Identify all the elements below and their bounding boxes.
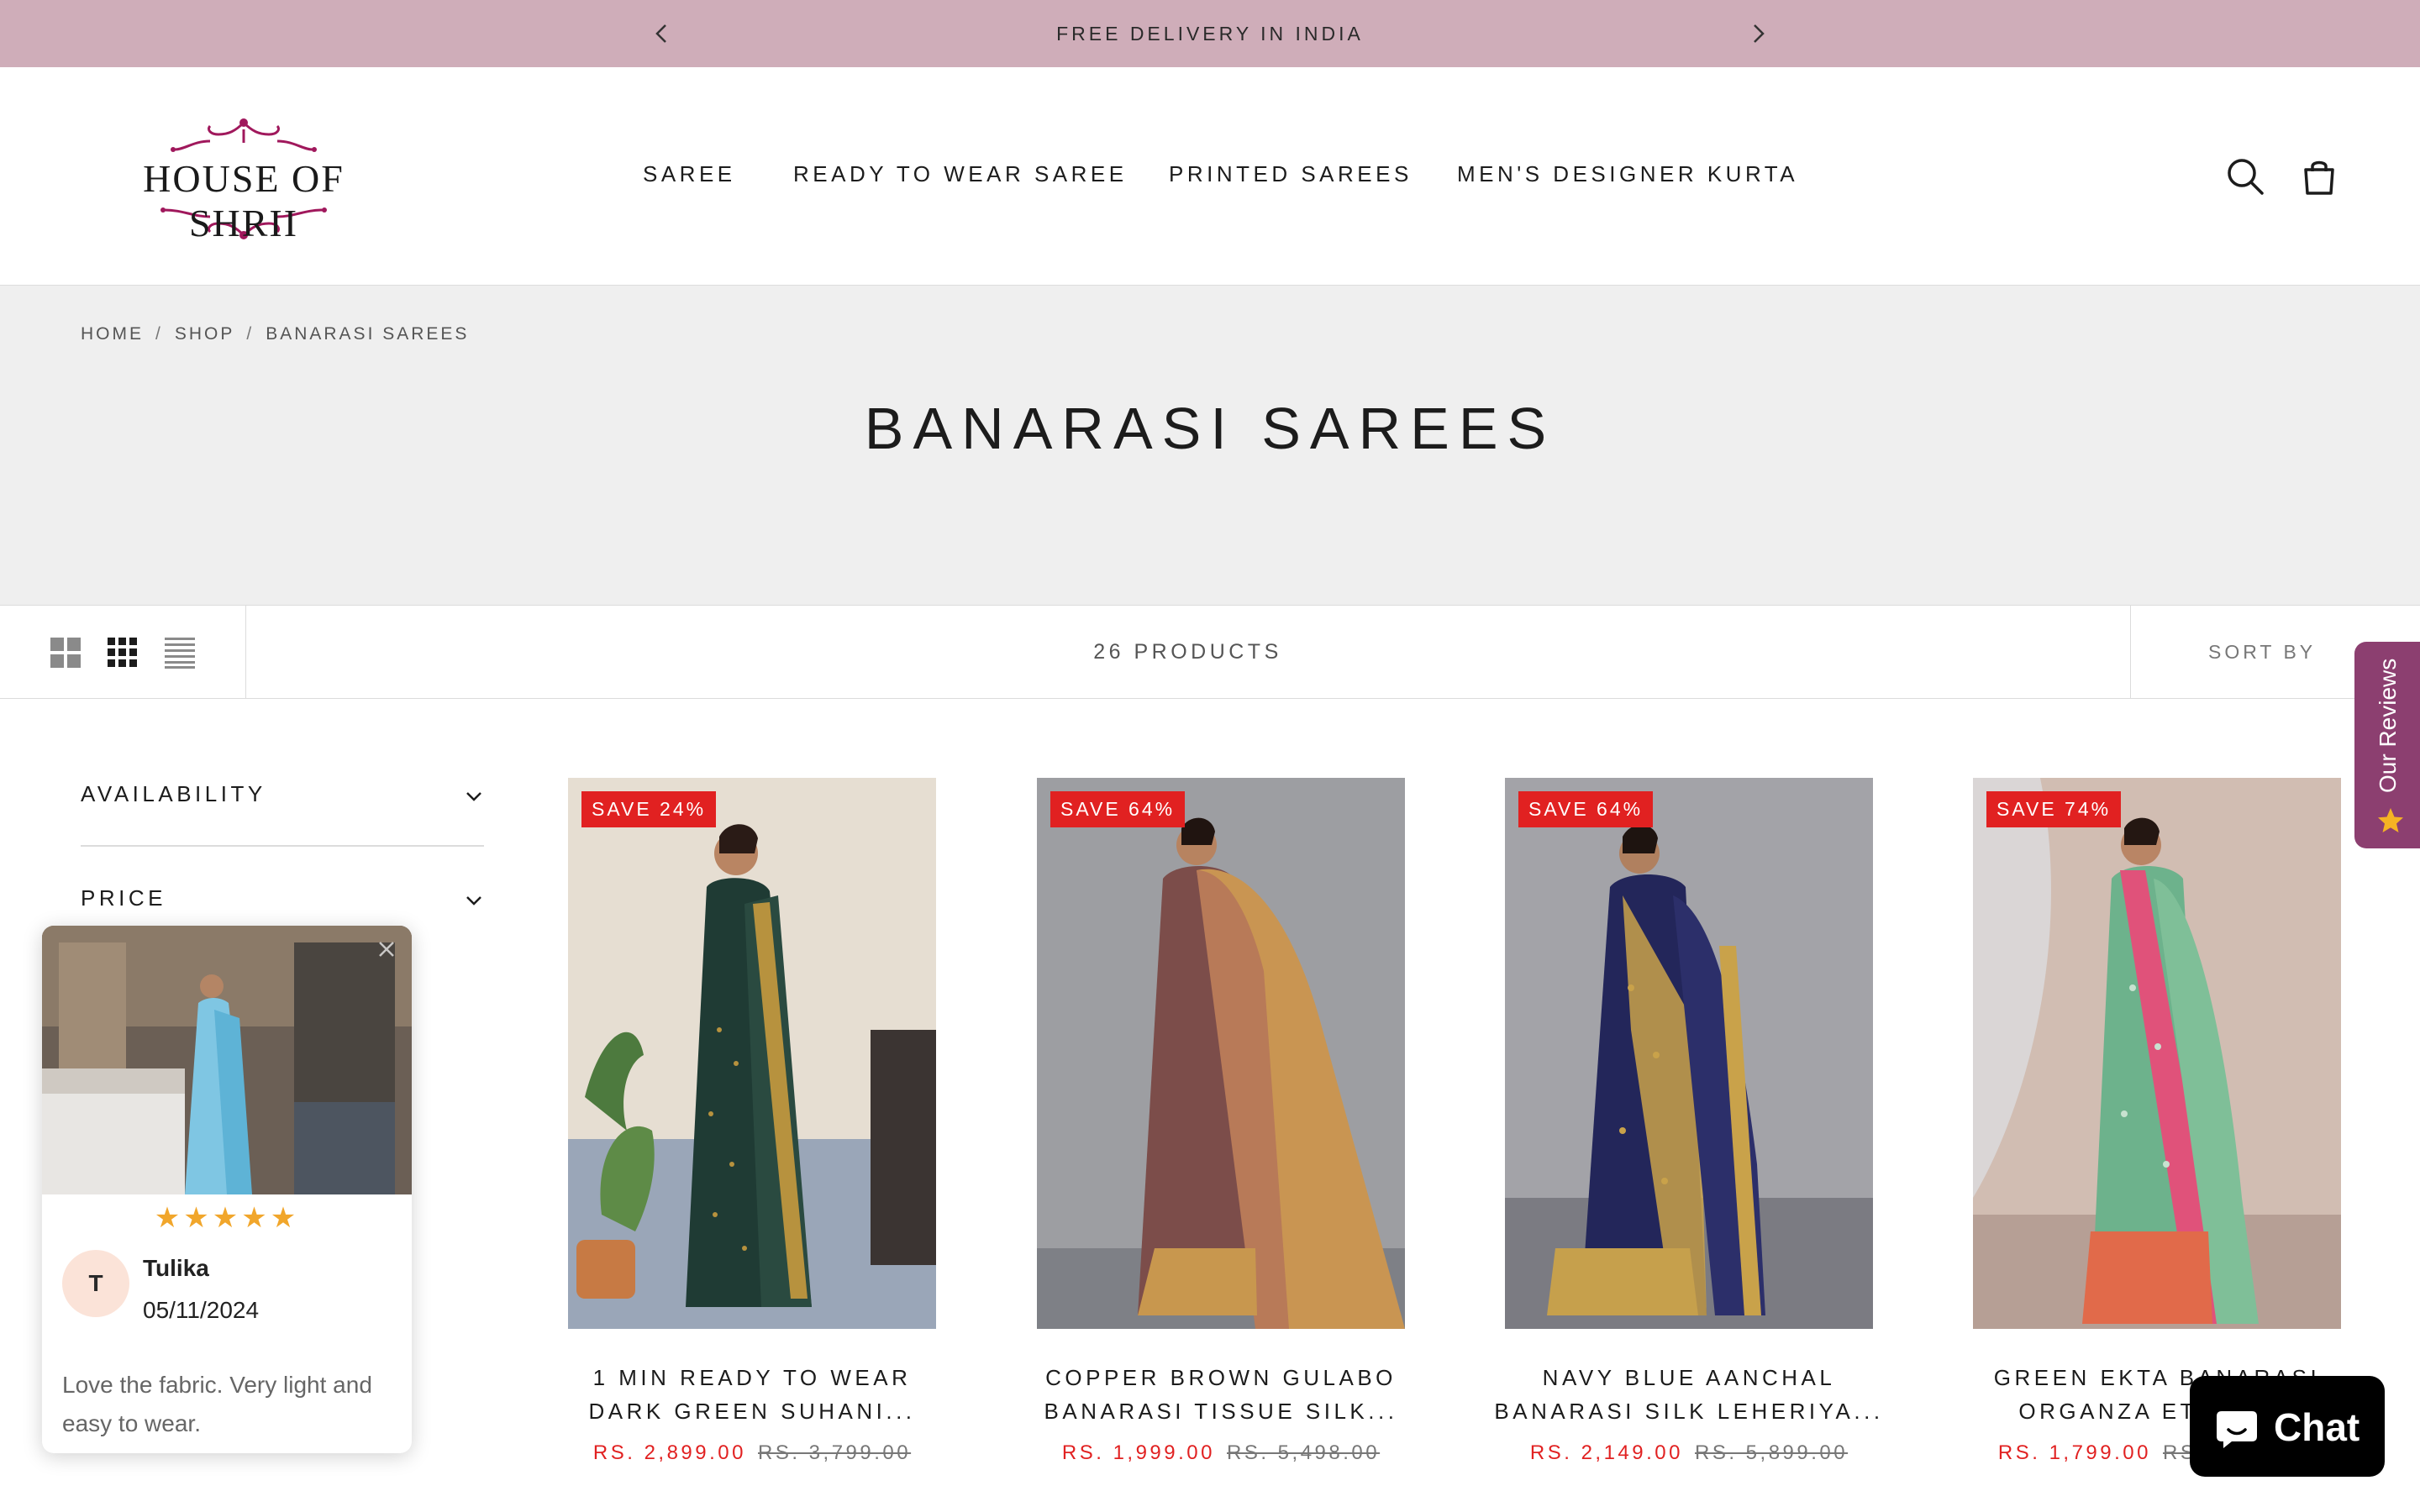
chevron-down-icon bbox=[466, 792, 481, 801]
product-price: RS. 2,149.00 RS. 5,899.00 bbox=[1488, 1441, 1890, 1465]
list-layout-icon[interactable] bbox=[163, 636, 197, 669]
breadcrumb-shop[interactable]: SHOP bbox=[175, 324, 235, 344]
product-image[interactable] bbox=[1973, 778, 2341, 1329]
breadcrumb-separator: / bbox=[155, 324, 163, 344]
nav-item-ready-to-wear-saree[interactable]: READY TO WEAR SAREE bbox=[793, 161, 1128, 187]
filter-label: AVAILABILITY bbox=[81, 781, 266, 806]
product-title[interactable]: COPPER BROWN GULABO BANARASI TISSUE SILK… bbox=[1020, 1361, 1422, 1428]
product-title-line: BANARASI SILK LEHERIYA... bbox=[1494, 1399, 1884, 1424]
breadcrumb: HOME / SHOP / BANARASI SAREES bbox=[81, 324, 469, 344]
collection-hero: HOME / SHOP / BANARASI SAREES BANARASI SAREE… bbox=[0, 286, 2420, 605]
product-title-line: 1 MIN READY TO WEAR bbox=[592, 1365, 912, 1390]
product-image[interactable] bbox=[568, 778, 936, 1329]
sort-by-dropdown[interactable]: SORT BY bbox=[2208, 606, 2420, 698]
reviewer-name: Tulika bbox=[143, 1255, 209, 1281]
breadcrumb-separator: / bbox=[246, 324, 255, 344]
collection-toolbar: 26 PRODUCTS SORT BY bbox=[0, 605, 2420, 699]
product-image[interactable] bbox=[1037, 778, 1405, 1329]
site-header: HOUSE OF SHRII SAREE READY TO WEAR SAREE… bbox=[0, 67, 2420, 286]
shopping-bag-icon[interactable] bbox=[2299, 156, 2339, 197]
announcement-text: FREE DELIVERY IN INDIA bbox=[1056, 23, 1364, 45]
star-icon bbox=[2378, 808, 2403, 832]
grid-2-layout-icon[interactable] bbox=[49, 636, 82, 669]
discount-badge: SAVE 64% bbox=[1518, 791, 1654, 827]
review-text: Love the fabric. Very light and easy to … bbox=[62, 1372, 372, 1436]
filter-availability[interactable]: AVAILABILITY bbox=[81, 781, 484, 882]
sort-by-label: SORT BY bbox=[2208, 641, 2317, 663]
product-price: RS. 2,899.00 RS. 3,799.00 bbox=[551, 1441, 953, 1465]
discount-badge: SAVE 74% bbox=[1986, 791, 2122, 827]
chevron-right-icon[interactable] bbox=[1744, 20, 1771, 47]
store-logo[interactable]: HOUSE OF SHRII bbox=[84, 116, 403, 244]
review-popup[interactable]: ★★★★★ T Tulika 05/11/2024 Love the fabri… bbox=[42, 926, 412, 1453]
product-title-line: COPPER BROWN GULABO bbox=[1045, 1365, 1397, 1390]
product-title[interactable]: 1 MIN READY TO WEAR DARK GREEN SUHANI... bbox=[551, 1361, 953, 1428]
discount-badge: SAVE 24% bbox=[581, 791, 717, 827]
breadcrumb-current: BANARASI SAREES bbox=[266, 324, 470, 344]
reviews-side-tab[interactable]: Our Reviews bbox=[2354, 642, 2420, 848]
review-photo[interactable] bbox=[42, 926, 412, 1194]
nav-item-mens-designer-kurta[interactable]: MEN'S DESIGNER KURTA bbox=[1457, 161, 1798, 187]
close-icon[interactable] bbox=[375, 937, 398, 961]
sale-price: RS. 1,799.00 bbox=[1997, 1441, 2151, 1464]
filter-divider bbox=[81, 845, 484, 847]
reviews-tab-label: Our Reviews bbox=[2375, 658, 2401, 793]
chat-label: Chat bbox=[2274, 1405, 2360, 1449]
page-title: BANARASI SAREES bbox=[864, 396, 1556, 461]
product-price: RS. 1,999.00 RS. 5,498.00 bbox=[1020, 1441, 1422, 1465]
sale-price: RS. 2,149.00 bbox=[1529, 1441, 1683, 1464]
sale-price: RS. 1,999.00 bbox=[1061, 1441, 1215, 1464]
compare-at-price: RS. 3,799.00 bbox=[758, 1441, 912, 1464]
toolbar-divider bbox=[2130, 606, 2131, 698]
product-title-line: NAVY BLUE AANCHAL bbox=[1542, 1365, 1836, 1390]
compare-at-price: RS. 5,899.00 bbox=[1695, 1441, 1849, 1464]
product-title-line: BANARASI TISSUE SILK... bbox=[1044, 1399, 1398, 1424]
discount-badge: SAVE 64% bbox=[1050, 791, 1186, 827]
avatar: T bbox=[62, 1250, 129, 1317]
nav-item-saree[interactable]: SAREE bbox=[643, 161, 736, 187]
product-title[interactable]: NAVY BLUE AANCHAL BANARASI SILK LEHERIYA… bbox=[1488, 1361, 1890, 1428]
product-title-line: DARK GREEN SUHANI... bbox=[588, 1399, 916, 1424]
search-icon[interactable] bbox=[2225, 156, 2265, 197]
grid-3-layout-icon[interactable] bbox=[106, 636, 139, 669]
sale-price: RS. 2,899.00 bbox=[592, 1441, 746, 1464]
chat-bubble-icon bbox=[2217, 1411, 2257, 1448]
star-rating: ★★★★★ bbox=[154, 1202, 300, 1234]
filter-label: PRICE bbox=[81, 885, 166, 911]
nav-item-printed-sarees[interactable]: PRINTED SAREES bbox=[1169, 161, 1413, 187]
compare-at-price: RS. 5,498.00 bbox=[1227, 1441, 1381, 1464]
breadcrumb-home[interactable]: HOME bbox=[81, 324, 144, 344]
logo-wordmark: HOUSE OF SHRII bbox=[143, 157, 345, 244]
chat-button[interactable]: Chat bbox=[2190, 1376, 2385, 1477]
announcement-bar: FREE DELIVERY IN INDIA bbox=[0, 0, 2420, 67]
product-count: 26 PRODUCTS bbox=[1093, 640, 1282, 664]
chevron-down-icon bbox=[466, 896, 481, 906]
product-image[interactable] bbox=[1505, 778, 1873, 1329]
review-date: 05/11/2024 bbox=[143, 1297, 260, 1323]
